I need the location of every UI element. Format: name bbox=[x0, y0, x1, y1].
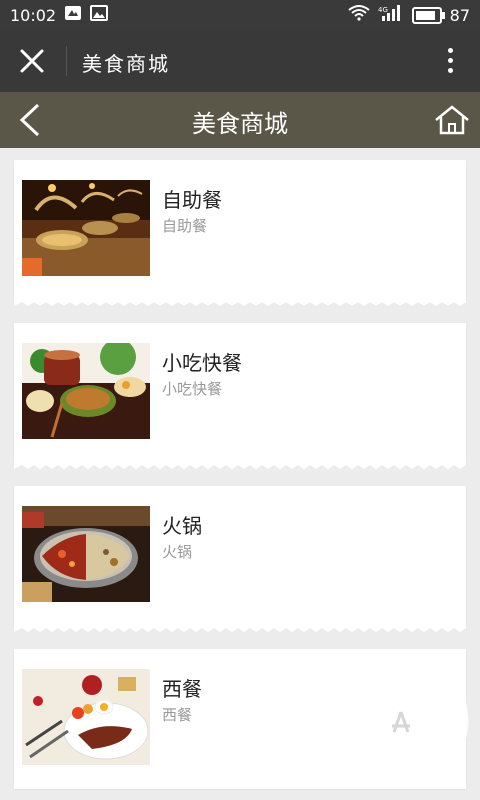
image-notification-icon bbox=[90, 5, 109, 25]
category-list: 自助餐 自助餐 小吃快餐 小吃快餐 火锅 火锅 西餐 西餐 bbox=[0, 148, 480, 800]
western-image bbox=[22, 669, 150, 765]
close-icon bbox=[20, 49, 44, 73]
buffet-image bbox=[22, 180, 150, 276]
battery-icon bbox=[411, 6, 445, 24]
card-edge bbox=[14, 298, 466, 306]
list-item-snacks[interactable]: 小吃快餐 小吃快餐 bbox=[14, 323, 466, 469]
page-header: 美食商城 bbox=[0, 92, 480, 148]
battery-percent: 87 bbox=[449, 5, 470, 25]
page-title: 美食商城 bbox=[192, 110, 288, 138]
hotpot-image bbox=[22, 506, 150, 602]
card-edge bbox=[14, 461, 466, 469]
signal-icon: 4G bbox=[378, 4, 404, 26]
app-notification-icon bbox=[64, 5, 82, 25]
more-icon bbox=[448, 48, 453, 53]
item-name: 火锅 bbox=[162, 514, 202, 538]
item-name: 自助餐 bbox=[162, 188, 222, 212]
status-bar: 10:02 4G 87 bbox=[0, 0, 480, 30]
list-item-hotpot[interactable]: 火锅 火锅 bbox=[14, 486, 466, 632]
snacks-image bbox=[22, 343, 150, 439]
item-name: 西餐 bbox=[162, 677, 202, 701]
battery-fill bbox=[415, 10, 435, 20]
item-desc: 小吃快餐 bbox=[162, 380, 223, 398]
browser-title: 美食商城 bbox=[82, 52, 170, 76]
more-menu-button[interactable] bbox=[448, 48, 454, 76]
card-edge bbox=[14, 624, 466, 632]
item-desc: 火锅 bbox=[162, 543, 193, 561]
wifi-icon bbox=[348, 5, 370, 25]
status-right: 4G 87 bbox=[348, 0, 470, 30]
home-button[interactable] bbox=[434, 104, 470, 136]
item-desc: 西餐 bbox=[162, 706, 193, 724]
browser-top-bar: 美食商城 bbox=[0, 30, 480, 92]
divider bbox=[66, 46, 67, 76]
list-item-buffet[interactable]: 自助餐 自助餐 bbox=[14, 160, 466, 306]
close-button[interactable] bbox=[16, 45, 48, 77]
network-label: 4G bbox=[378, 6, 388, 14]
item-desc: 自助餐 bbox=[162, 217, 208, 235]
list-item-western[interactable]: 西餐 西餐 bbox=[14, 649, 466, 789]
home-icon bbox=[435, 105, 469, 135]
status-time: 10:02 bbox=[10, 5, 57, 25]
item-name: 小吃快餐 bbox=[162, 351, 242, 375]
